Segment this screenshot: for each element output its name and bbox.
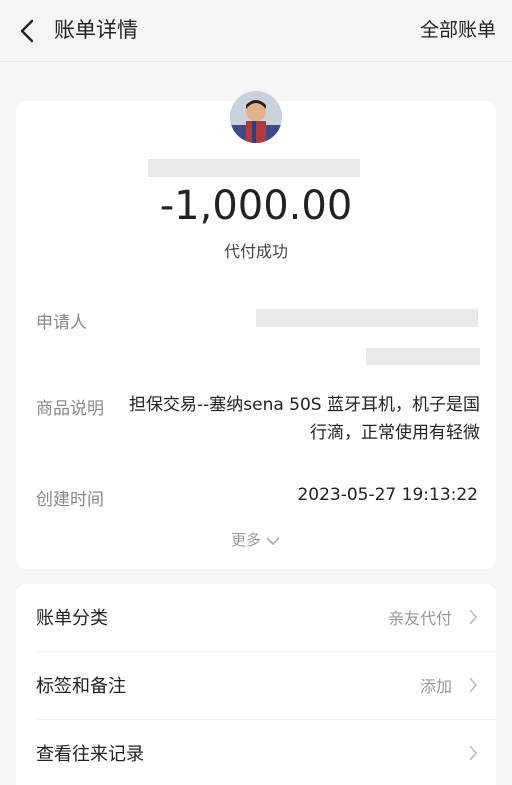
bill-actions-card: 账单分类 亲友代付 标签和备注 添加 查看往来记录	[16, 584, 496, 785]
tags-notes-label: 标签和备注	[36, 676, 126, 697]
description-label: 商品说明	[36, 399, 104, 419]
avatar	[230, 91, 282, 143]
chevron-right-icon	[469, 745, 478, 761]
tags-notes-row[interactable]: 标签和备注 添加	[16, 652, 496, 719]
created-time-label: 创建时间	[36, 490, 104, 510]
page-title: 账单详情	[54, 18, 138, 42]
description-value: 担保交易--塞纳sena 50S 蓝牙耳机，机子是国行滴，正常使用有轻微	[128, 395, 480, 443]
top-bar: 账单详情 全部账单	[0, 0, 512, 62]
back-arrow-icon[interactable]	[14, 16, 42, 46]
chevron-right-icon	[469, 609, 478, 625]
all-bills-link[interactable]: 全部账单	[420, 14, 496, 46]
redacted-applicant-account	[366, 348, 480, 365]
bill-category-label: 账单分类	[36, 608, 108, 629]
history-records-label: 查看往来记录	[36, 744, 144, 765]
tags-notes-value: 添加	[419, 677, 452, 696]
redacted-name	[148, 159, 360, 177]
more-label: 更多	[230, 531, 261, 549]
created-time-value: 2023-05-27 19:13:22	[297, 485, 478, 505]
bill-status: 代付成功	[223, 242, 288, 261]
chevron-down-icon	[266, 536, 280, 545]
bill-amount: -1,000.00	[159, 183, 353, 229]
bill-category-value: 亲友代付	[387, 609, 452, 628]
applicant-label: 申请人	[36, 313, 87, 333]
bill-category-row[interactable]: 账单分类 亲友代付	[16, 584, 496, 651]
redacted-applicant	[256, 309, 478, 327]
more-button[interactable]: 更多	[16, 529, 496, 550]
history-records-row[interactable]: 查看往来记录	[16, 720, 496, 785]
chevron-right-icon	[469, 677, 478, 693]
bill-summary-card: -1,000.00 代付成功 申请人 商品说明 担保交易--塞纳sena 50S…	[16, 91, 496, 569]
